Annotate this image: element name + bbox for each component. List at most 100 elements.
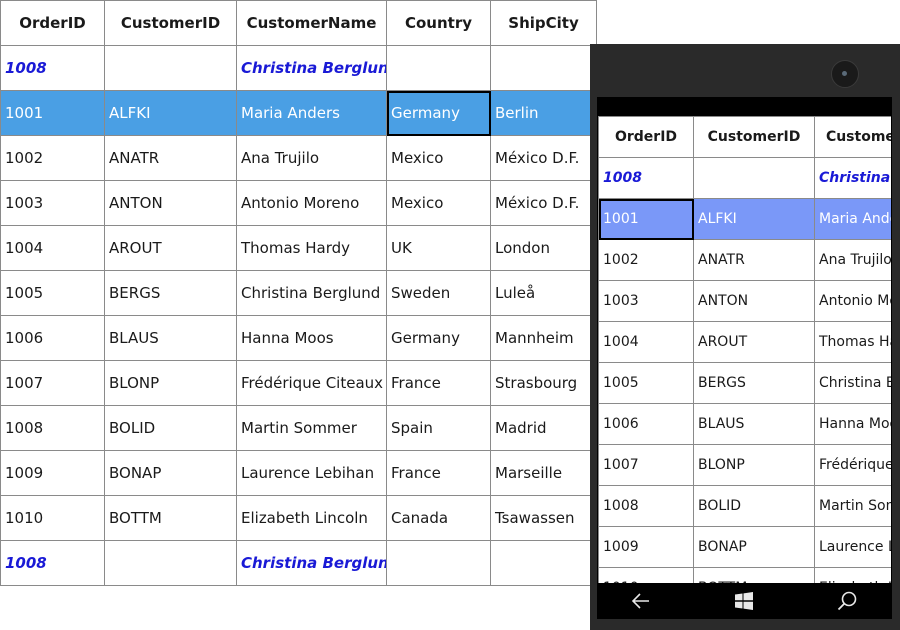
grid-cell[interactable]: Luleå	[490, 270, 597, 316]
grid-cell[interactable]: 1010	[0, 495, 105, 541]
table-row[interactable]: 1008 BOLID Martin Sommer	[598, 485, 891, 527]
grid-cell[interactable]: ANTON	[693, 280, 815, 322]
grid-cell[interactable]: 1002	[0, 135, 105, 181]
grid-cell[interactable]: Christina Berglund	[814, 362, 891, 404]
grid-cell[interactable]: BLONP	[693, 444, 815, 486]
column-header-orderid[interactable]: OrderID	[0, 0, 105, 46]
table-row[interactable]: 1002 ANATR Ana Trujilo Mexico México D.F…	[0, 135, 597, 181]
grid-cell[interactable]: 1002	[598, 239, 694, 281]
grid-cell-current[interactable]: 1001	[598, 198, 694, 240]
grid-cell[interactable]: ALFKI	[104, 90, 237, 136]
grid-cell[interactable]: Sweden	[386, 270, 491, 316]
grid-cell[interactable]: London	[490, 225, 597, 271]
grid-cell[interactable]: 1005	[598, 362, 694, 404]
grid-cell[interactable]: 1007	[598, 444, 694, 486]
grid-cell[interactable]: Berlin	[490, 90, 597, 136]
grid-cell[interactable]: ALFKI	[693, 198, 815, 240]
grid-cell[interactable]: Antonio Moreno	[236, 180, 387, 226]
table-row[interactable]: 1007 BLONP Frédérique Citeaux	[598, 444, 891, 486]
grid-cell[interactable]: 1009	[0, 450, 105, 496]
grid-cell[interactable]: BOLID	[104, 405, 237, 451]
grid-cell[interactable]: Germany	[386, 315, 491, 361]
column-header-customerid[interactable]: CustomerID	[693, 116, 815, 158]
grid-cell[interactable]: Mexico	[386, 180, 491, 226]
grid-cell[interactable]: Mannheim	[490, 315, 597, 361]
grid-cell[interactable]: Frédérique Citeaux	[236, 360, 387, 406]
mobile-datagrid-viewport[interactable]: OrderID CustomerID CustomerName 1008 Chr…	[598, 116, 891, 583]
grid-cell[interactable]: BONAP	[693, 526, 815, 568]
grid-cell[interactable]: Laurence Lebihan	[236, 450, 387, 496]
grid-cell[interactable]: 1005	[0, 270, 105, 316]
back-arrow-icon[interactable]	[629, 589, 653, 613]
table-row[interactable]: 1002 ANATR Ana Trujilo	[598, 239, 891, 281]
grid-cell[interactable]: AROUT	[693, 321, 815, 363]
grid-cell[interactable]: BOTTM	[104, 495, 237, 541]
grid-cell[interactable]: Marseille	[490, 450, 597, 496]
grid-cell[interactable]: Christina Berglund	[236, 270, 387, 316]
table-row[interactable]: 1006 BLAUS Hanna Moos Germany Mannheim	[0, 315, 597, 361]
grid-cell[interactable]: Strasbourg	[490, 360, 597, 406]
grid-cell[interactable]: Spain	[386, 405, 491, 451]
table-row[interactable]: 1005 BERGS Christina Berglund Sweden Lul…	[0, 270, 597, 316]
grid-cell[interactable]: México D.F.	[490, 135, 597, 181]
table-row[interactable]: 1010 BOTTM Elizabeth Lincoln Canada Tsaw…	[0, 495, 597, 541]
grid-cell[interactable]: BERGS	[693, 362, 815, 404]
table-row[interactable]: 1003 ANTON Antonio Moreno	[598, 280, 891, 322]
grid-cell[interactable]: Martin Sommer	[814, 485, 891, 527]
table-row[interactable]: 1009 BONAP Laurence Lebihan	[598, 526, 891, 568]
grid-cell[interactable]: ANTON	[104, 180, 237, 226]
table-row[interactable]: 1005 BERGS Christina Berglund	[598, 362, 891, 404]
table-row[interactable]: 1004 AROUT Thomas Hardy UK London	[0, 225, 597, 271]
grid-cell[interactable]: Tsawassen	[490, 495, 597, 541]
grid-cell[interactable]: Canada	[386, 495, 491, 541]
table-row[interactable]: 1001 ALFKI Maria Anders	[598, 198, 891, 240]
grid-cell[interactable]: Elizabeth Lincoln	[236, 495, 387, 541]
grid-cell[interactable]: 1006	[598, 403, 694, 445]
column-header-customername[interactable]: CustomerName	[814, 116, 891, 158]
grid-cell[interactable]: BONAP	[104, 450, 237, 496]
windows-start-icon[interactable]	[732, 589, 756, 613]
table-row[interactable]: 1006 BLAUS Hanna Moos	[598, 403, 891, 445]
grid-cell[interactable]: Hanna Moos	[814, 403, 891, 445]
column-header-shipcity[interactable]: ShipCity	[490, 0, 597, 46]
grid-cell[interactable]: 1004	[0, 225, 105, 271]
grid-cell[interactable]: 1008	[0, 405, 105, 451]
grid-cell[interactable]: BERGS	[104, 270, 237, 316]
grid-cell[interactable]: BOLID	[693, 485, 815, 527]
column-header-customername[interactable]: CustomerName	[236, 0, 387, 46]
grid-cell[interactable]: Antonio Moreno	[814, 280, 891, 322]
grid-cell[interactable]: Martin Sommer	[236, 405, 387, 451]
column-header-customerid[interactable]: CustomerID	[104, 0, 237, 46]
table-row[interactable]: 1007 BLONP Frédérique Citeaux France Str…	[0, 360, 597, 406]
grid-cell[interactable]: Maria Anders	[814, 198, 891, 240]
grid-cell[interactable]: Madrid	[490, 405, 597, 451]
grid-cell[interactable]: 1004	[598, 321, 694, 363]
grid-cell[interactable]: UK	[386, 225, 491, 271]
grid-cell[interactable]: Ana Trujilo	[236, 135, 387, 181]
grid-cell[interactable]: 1008	[598, 485, 694, 527]
grid-cell[interactable]: 1001	[0, 90, 105, 136]
grid-cell[interactable]: Hanna Moos	[236, 315, 387, 361]
grid-cell[interactable]: México D.F.	[490, 180, 597, 226]
search-icon[interactable]	[835, 589, 859, 613]
grid-cell[interactable]: Frédérique Citeaux	[814, 444, 891, 486]
grid-cell[interactable]: Mexico	[386, 135, 491, 181]
table-row[interactable]: 1008 BOLID Martin Sommer Spain Madrid	[0, 405, 597, 451]
grid-cell[interactable]: 1009	[598, 526, 694, 568]
grid-cell[interactable]: BLAUS	[104, 315, 237, 361]
grid-cell[interactable]: AROUT	[104, 225, 237, 271]
table-row[interactable]: 1001 ALFKI Maria Anders Germany Berlin	[0, 90, 597, 136]
grid-cell[interactable]: France	[386, 360, 491, 406]
grid-cell[interactable]: 1006	[0, 315, 105, 361]
grid-cell[interactable]: Thomas Hardy	[236, 225, 387, 271]
grid-cell[interactable]: BLAUS	[693, 403, 815, 445]
table-row[interactable]: 1010 BOTTM Elizabeth Lincoln	[598, 567, 891, 583]
grid-cell[interactable]: BLONP	[104, 360, 237, 406]
grid-cell[interactable]: Thomas Hardy	[814, 321, 891, 363]
grid-cell[interactable]: France	[386, 450, 491, 496]
column-header-country[interactable]: Country	[386, 0, 491, 46]
grid-cell[interactable]: Maria Anders	[236, 90, 387, 136]
grid-cell-current[interactable]: Germany	[386, 90, 491, 136]
grid-cell[interactable]: 1010	[598, 567, 694, 583]
grid-cell[interactable]: ANATR	[104, 135, 237, 181]
